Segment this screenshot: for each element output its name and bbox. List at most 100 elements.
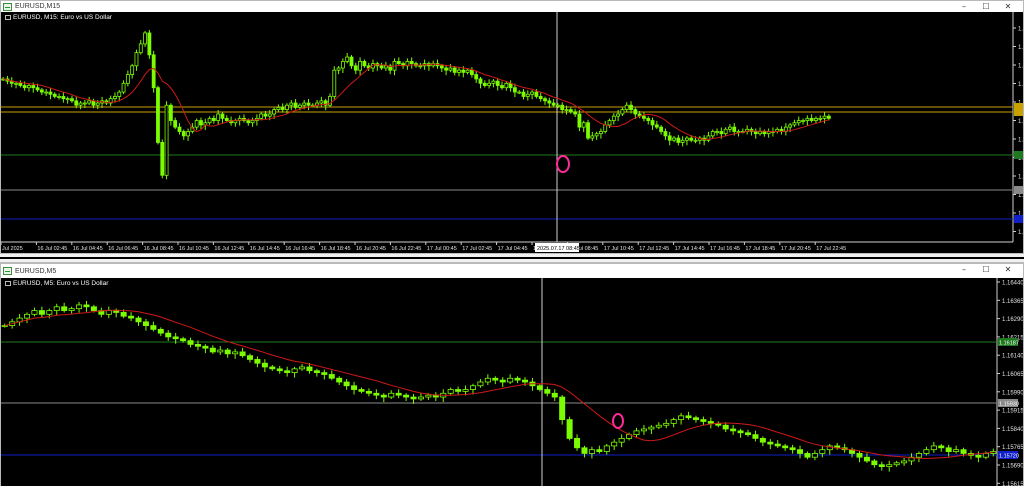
maximize-button[interactable]: ☐ — [975, 1, 997, 12]
candle-body — [74, 100, 79, 106]
candle-body — [871, 460, 878, 466]
candle-body — [417, 396, 424, 400]
price-label: 1.15765 — [1002, 445, 1023, 451]
candle-body — [491, 80, 496, 84]
candle-body — [774, 443, 781, 447]
candle-body — [276, 107, 281, 111]
candle-body — [680, 139, 685, 143]
candle-body — [142, 321, 149, 327]
window-title: EURUSD,M15 — [15, 3, 61, 10]
chart-window-m15[interactable]: EURUSD,M15 – ☐ ✕ 1.1 1.1 1.1 1.1 1.1 1.1 1.1 1.… — [0, 0, 1024, 253]
candle-body — [143, 32, 147, 45]
maximize-button[interactable]: ☐ — [975, 264, 997, 278]
candle-body — [410, 396, 417, 400]
minimize-button[interactable]: – — [953, 1, 975, 12]
candle-body — [261, 362, 268, 368]
price-label: 1.16065 — [1002, 372, 1023, 378]
candle-body — [18, 82, 23, 86]
minimize-button[interactable]: – — [953, 264, 975, 278]
candle-body — [551, 102, 556, 106]
candle-body — [767, 441, 774, 445]
candle-body — [87, 100, 92, 104]
candle-body — [633, 430, 640, 436]
candle-body — [648, 426, 655, 430]
candle-body — [603, 124, 608, 132]
candle-body — [886, 464, 893, 468]
window-title: EURUSD,M5 — [15, 267, 57, 275]
candle-body — [607, 120, 612, 126]
candle-body — [302, 102, 307, 106]
candle-body — [135, 317, 142, 323]
candle-body — [31, 310, 38, 315]
candle-body — [624, 104, 629, 111]
candle-body — [659, 126, 664, 132]
price-label: 1.1 — [1018, 82, 1023, 88]
window-controls: – ☐ ✕ — [953, 1, 1019, 12]
price-label: 1.15615 — [1002, 482, 1023, 486]
price-label: 1.1 — [1018, 138, 1023, 144]
candle-body — [409, 61, 414, 65]
window-titlebar[interactable]: EURUSD,M5 — [1, 264, 1023, 278]
candle-body — [128, 315, 135, 319]
candle-body — [581, 122, 586, 128]
candle-body — [522, 379, 529, 383]
close-button[interactable]: ✕ — [997, 264, 1019, 278]
time-label: 17 Jul 22:45 — [816, 246, 846, 252]
chart-window-m5[interactable]: EURUSD,M5 – ☐ ✕ 1.16440 1.16365 1.16290 1.1… — [0, 263, 1024, 486]
candle-body — [566, 419, 573, 439]
candle-body — [642, 115, 646, 119]
candle-body — [90, 306, 97, 311]
symbol-toggle-icon[interactable] — [5, 15, 11, 20]
candle-body — [534, 91, 539, 97]
close-button[interactable]: ✕ — [997, 1, 1019, 12]
candle-body — [117, 91, 122, 97]
candle-body — [120, 312, 127, 317]
candle-body — [477, 381, 484, 387]
candle-body — [180, 338, 187, 342]
candle-body — [804, 453, 811, 458]
candle-body — [789, 447, 796, 451]
candle-body — [700, 419, 707, 422]
candle-body — [160, 142, 165, 176]
time-label: Jul 2025 — [2, 246, 23, 252]
candle-body — [207, 117, 212, 124]
candle-body — [723, 128, 728, 135]
candle-body — [462, 389, 469, 392]
candle-body — [667, 135, 672, 141]
candle-body — [289, 102, 294, 106]
candle-body — [276, 368, 283, 372]
candle-body — [403, 394, 410, 398]
candle-body — [321, 372, 328, 375]
candle-body — [975, 454, 982, 458]
chart-canvas-m15[interactable]: 1.11.11.11.11.11.11.11.11.11.11.11.1Jul … — [1, 12, 1023, 253]
candle-body — [365, 391, 372, 394]
price-level-tag-label: 1.15930 — [999, 402, 1019, 408]
candle-body — [744, 432, 752, 436]
symbol-toggle-icon[interactable] — [5, 281, 11, 286]
candle-body — [186, 131, 190, 137]
candle-body — [418, 65, 423, 68]
candle-body — [654, 124, 659, 128]
price-chart-m5[interactable]: 1.164401.163651.162901.162151.161401.160… — [1, 278, 1023, 486]
candle-body — [945, 447, 952, 452]
candle-body — [194, 344, 201, 347]
price-chart-m15[interactable]: 1.11.11.11.11.11.11.11.11.11.11.11.1Jul … — [1, 12, 1023, 253]
candle-body — [801, 120, 805, 122]
candle-body — [332, 69, 337, 97]
candle-body — [173, 120, 178, 128]
window-titlebar[interactable]: EURUSD,M15 — [1, 1, 1023, 12]
candle-body — [478, 78, 483, 84]
candle-body — [822, 115, 827, 119]
candle-body — [250, 120, 255, 124]
candle-body — [618, 437, 625, 443]
candle-body — [353, 65, 358, 71]
candle-body — [596, 449, 603, 452]
candle-body — [39, 89, 44, 93]
candle-body — [336, 377, 343, 383]
candle-body — [22, 85, 27, 89]
price-label: 1.1 — [1018, 119, 1023, 125]
candle-body — [676, 137, 681, 143]
candle-body — [53, 306, 60, 311]
chart-canvas-m5[interactable]: 1.164401.163651.162901.162151.161401.160… — [1, 278, 1023, 486]
candle-body — [960, 449, 967, 454]
